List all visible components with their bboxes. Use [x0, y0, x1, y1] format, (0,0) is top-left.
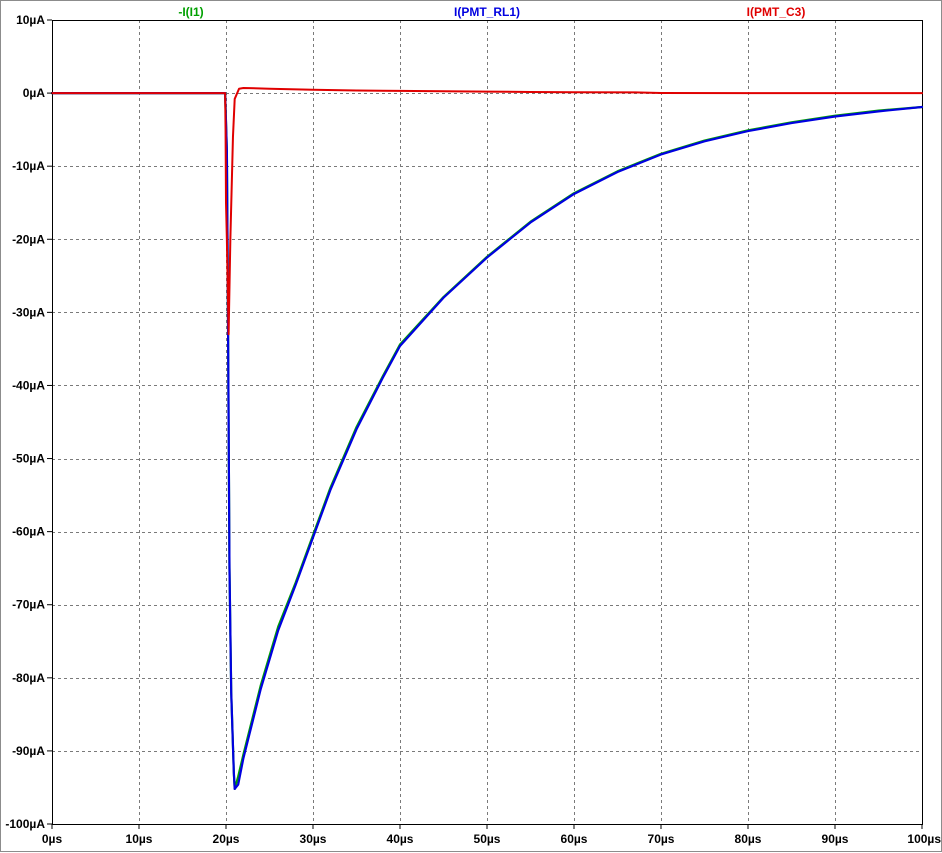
y-tick-label: 10µA	[16, 13, 45, 27]
legend-entry-i-pmt-c3[interactable]: I(PMT_C3)	[747, 5, 806, 19]
y-tick-label: -40µA	[12, 378, 45, 392]
x-tick-label: 20µs	[213, 832, 240, 846]
y-axis: 10µA 0µA -10µA -20µA -30µA -40µA -50µA -60µA -70…	[5, 13, 52, 831]
y-tick-label: -20µA	[12, 232, 45, 246]
x-tick-label: 10µs	[126, 832, 153, 846]
legend: -I(I1) I(PMT_RL1) I(PMT_C3)	[178, 5, 805, 19]
grid	[52, 20, 922, 824]
y-tick-label: -100µA	[5, 817, 45, 831]
y-tick-label: 0µA	[23, 86, 46, 100]
y-tick-label: -50µA	[12, 452, 45, 466]
y-tick-label: -80µA	[12, 671, 45, 685]
y-tick-label: -30µA	[12, 305, 45, 319]
series-layer	[50, 86, 924, 791]
legend-entry-i-pmt-rl1[interactable]: I(PMT_RL1)	[454, 5, 520, 19]
x-tick-label: 60µs	[561, 832, 588, 846]
x-tick-label: 70µs	[648, 832, 675, 846]
legend-entry-i-i1[interactable]: -I(I1)	[178, 5, 203, 19]
x-tick-label: 50µs	[474, 832, 501, 846]
y-tick-label: -60µA	[12, 525, 45, 539]
y-tick-label: -10µA	[12, 159, 45, 173]
x-tick-label: 40µs	[387, 832, 414, 846]
x-tick-label: 0µs	[42, 832, 63, 846]
waveform-chart: -I(I1) I(PMT_RL1) I(PMT_C3) 10µA 0µA -10µA -2…	[5, 5, 941, 846]
x-tick-label: 100µs	[907, 832, 941, 846]
x-tick-label: 30µs	[300, 832, 327, 846]
x-tick-label: 80µs	[735, 832, 762, 846]
plot-window: -I(I1) I(PMT_RL1) I(PMT_C3) 10µA 0µA -10µA -2…	[0, 0, 942, 852]
x-axis: 0µs 10µs 20µs 30µs 40µs 50µs 60µs 70µs 80µs 90µs 1…	[42, 824, 941, 846]
y-tick-label: -70µA	[12, 598, 45, 612]
y-tick-label: -90µA	[12, 744, 45, 758]
x-tick-label: 90µs	[822, 832, 849, 846]
